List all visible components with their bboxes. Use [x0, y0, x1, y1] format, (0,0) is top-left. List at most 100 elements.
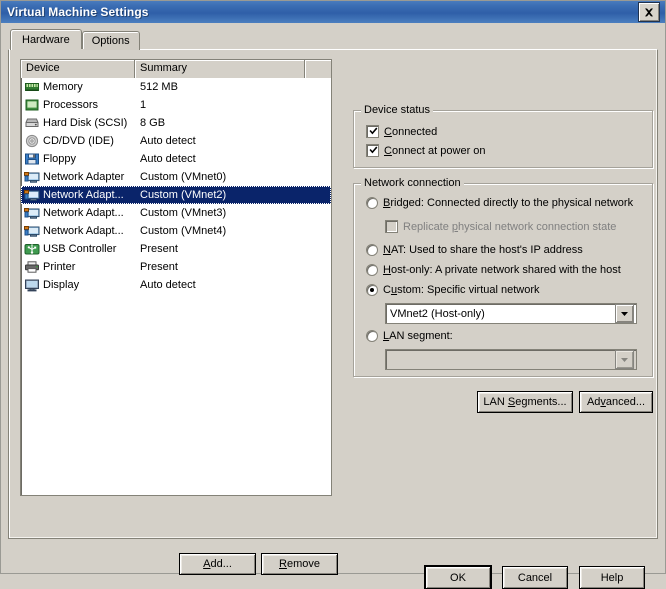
device-summary-cell: Custom (VMnet4) [140, 225, 226, 237]
radio-button [366, 197, 378, 209]
close-glyph [644, 8, 654, 17]
custom-network-value: VMnet2 (Host-only) [386, 308, 615, 320]
table-row[interactable]: Hard Disk (SCSI) 8 GB [21, 114, 331, 132]
column-header-device[interactable]: Device [21, 60, 135, 78]
memory-icon [24, 80, 40, 94]
title-bar: Virtual Machine Settings [1, 1, 665, 23]
checkbox-box [366, 125, 379, 138]
device-name-cell: Memory [24, 80, 135, 94]
radio-nat[interactable]: NAT: Used to share the host's IP address [366, 244, 583, 256]
check-icon [368, 145, 379, 156]
device-summary-cell: 1 [140, 99, 146, 111]
lan-segments-button[interactable]: LAN Segments... [477, 391, 573, 413]
device-list[interactable]: Device Summary Memory 512 MB Processors 1 Ha… [20, 59, 332, 496]
help-button[interactable]: Help [579, 566, 645, 589]
radio-lan-segment[interactable]: LAN segment: [366, 330, 453, 342]
table-row[interactable]: Network Adapt... Custom (VMnet4) [21, 222, 331, 240]
processor-icon [24, 98, 40, 112]
floppy-icon [24, 152, 40, 166]
device-name-cell: Floppy [24, 152, 135, 166]
tab-options[interactable]: Options [82, 31, 140, 50]
radio-bridged[interactable]: Bridged: Connected directly to the physi… [366, 197, 633, 209]
device-name-text: Processors [43, 99, 98, 111]
device-status-group: Device status Connected C [353, 110, 653, 168]
printer-icon [24, 260, 40, 274]
device-summary-cell: Custom (VMnet3) [140, 207, 226, 219]
add-button[interactable]: Add... [179, 553, 256, 575]
hard-disk-icon [24, 116, 40, 130]
device-status-legend: Device status [361, 105, 433, 116]
device-name-text: Printer [43, 261, 75, 273]
cancel-button-label: Cancel [518, 572, 552, 584]
advanced-button-label: Advanced... [587, 396, 645, 408]
radio-host-only[interactable]: Host-only: A private network shared with… [366, 264, 621, 276]
device-name-text: Network Adapt... [43, 225, 124, 237]
radio-button [366, 244, 378, 256]
device-name-text: Network Adapt... [43, 189, 124, 201]
table-row[interactable]: FloppyAuto detect [21, 150, 331, 168]
radio-button [366, 284, 378, 296]
table-row[interactable]: Network Adapt... Custom (VMnet2) [21, 186, 331, 204]
network-adapter-icon [24, 188, 40, 202]
radio-custom[interactable]: Custom: Specific virtual network [366, 284, 540, 296]
checkbox-box [366, 144, 379, 157]
connected-checkbox[interactable]: Connected [366, 125, 437, 138]
device-summary-cell: Custom (VMnet2) [140, 189, 226, 201]
custom-network-combo[interactable]: VMnet2 (Host-only) [385, 303, 637, 324]
chevron-glyph [621, 312, 628, 316]
radio-bridged-label: Bridged: Connected directly to the physi… [383, 197, 633, 209]
close-icon[interactable] [638, 2, 660, 22]
radio-nat-label: NAT: Used to share the host's IP address [383, 244, 583, 256]
window-title: Virtual Machine Settings [7, 5, 638, 19]
device-name-cell: Processors [24, 98, 135, 112]
ok-button[interactable]: OK [425, 566, 491, 589]
device-name-cell: Printer [24, 260, 135, 274]
replicate-physical-network-checkbox: Replicate physical network connection st… [385, 220, 616, 233]
advanced-button[interactable]: Advanced... [579, 391, 653, 413]
cd-dvd-icon [24, 134, 40, 148]
table-row[interactable]: Printer Present [21, 258, 331, 276]
device-name-cell: USB Controller [24, 242, 135, 256]
device-name-cell: Display [24, 278, 135, 292]
table-row[interactable]: CD/DVD (IDE)Auto detect [21, 132, 331, 150]
device-name-text: Display [43, 279, 79, 291]
connected-label: Connected [384, 126, 437, 138]
table-row[interactable]: USB ControllerPresent [21, 240, 331, 258]
radio-custom-label: Custom: Specific virtual network [383, 284, 540, 296]
radio-button [366, 264, 378, 276]
cancel-button[interactable]: Cancel [502, 566, 568, 589]
chevron-down-icon[interactable] [615, 304, 634, 323]
replicate-physical-network-label: Replicate physical network connection st… [403, 221, 616, 233]
tab-hardware[interactable]: Hardware [10, 29, 82, 50]
virtual-machine-settings-dialog: Virtual Machine Settings Hardware Option… [0, 0, 666, 574]
column-header-summary[interactable]: Summary [135, 60, 305, 78]
network-connection-legend: Network connection [361, 178, 464, 189]
table-row[interactable]: Network Adapt...Custom (VMnet3) [21, 204, 331, 222]
table-row[interactable]: Network AdapterCustom (VMnet0) [21, 168, 331, 186]
device-list-rows: Memory 512 MB Processors 1 Hard Disk (SCSI) 8… [21, 78, 331, 294]
connect-at-power-on-checkbox[interactable]: Connect at power on [366, 144, 486, 157]
network-adapter-icon [24, 206, 40, 220]
lan-segment-combo [385, 349, 637, 370]
remove-button[interactable]: Remove [261, 553, 338, 575]
network-adapter-icon [24, 170, 40, 184]
tab-strip: Hardware Options [12, 29, 658, 50]
device-name-cell: Hard Disk (SCSI) [24, 116, 135, 130]
radio-button [366, 330, 378, 342]
add-button-label: Add... [203, 558, 232, 570]
device-name-text: USB Controller [43, 243, 116, 255]
device-summary-cell: 8 GB [140, 117, 165, 129]
device-summary-cell: Present [140, 261, 178, 273]
tab-hardware-label: Hardware [22, 34, 70, 46]
tab-options-label: Options [92, 35, 130, 47]
radio-host-only-label: Host-only: A private network shared with… [383, 264, 621, 276]
column-header-blank[interactable] [305, 60, 331, 78]
table-row[interactable]: DisplayAuto detect [21, 276, 331, 294]
table-row[interactable]: Processors 1 [21, 96, 331, 114]
check-icon [368, 126, 379, 137]
remove-button-label: Remove [279, 558, 320, 570]
table-row[interactable]: Memory 512 MB [21, 78, 331, 96]
chevron-down-icon [615, 350, 634, 369]
device-summary-cell: 512 MB [140, 81, 178, 93]
chevron-glyph [621, 358, 628, 362]
